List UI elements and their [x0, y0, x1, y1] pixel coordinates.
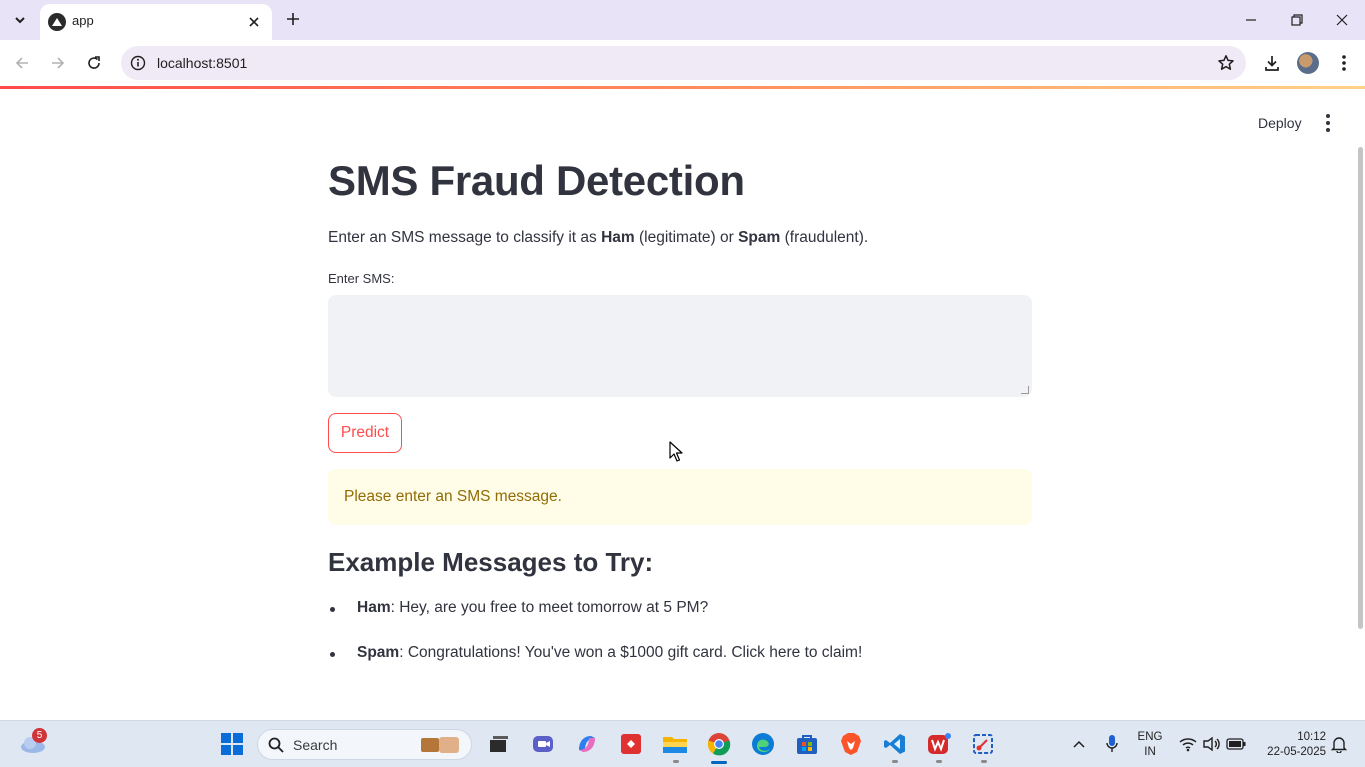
predict-button[interactable]: Predict [328, 413, 402, 453]
vscode-running-indicator [892, 760, 898, 763]
tab-search-chevron-icon[interactable] [6, 6, 34, 34]
tab-title: app [72, 13, 94, 28]
example-text: : Hey, are you free to meet tomorrow at … [390, 599, 709, 616]
chrome-active-indicator [711, 761, 727, 764]
windows-taskbar: 5 Search ENG IN 10:12 22-05-2025 [0, 720, 1365, 767]
app-red-diamond-icon[interactable] [618, 731, 644, 757]
page-scrollbar[interactable] [1358, 147, 1363, 629]
streamlit-favicon-icon [48, 13, 66, 31]
vscode-icon[interactable] [882, 731, 908, 757]
warning-alert: Please enter an SMS message. [328, 469, 1032, 525]
back-arrow-icon[interactable] [8, 49, 36, 77]
wps-running-indicator [936, 760, 942, 763]
teams-chat-icon[interactable] [530, 731, 556, 757]
list-item: Spam: Congratulations! You've won a $100… [328, 644, 1032, 689]
profile-avatar[interactable] [1297, 52, 1319, 74]
edge-icon[interactable] [750, 731, 776, 757]
intro-spam: Spam [738, 229, 781, 246]
example-text: : Congratulations! You've won a $1000 gi… [399, 644, 863, 661]
intro-part-3: (fraudulent). [780, 229, 869, 246]
weather-badge: 5 [32, 728, 47, 743]
example-label: Ham [357, 599, 391, 616]
taskbar-search-box[interactable]: Search [257, 729, 472, 760]
sms-input-textarea[interactable] [328, 295, 1032, 397]
copilot-icon[interactable] [574, 731, 600, 757]
language-line-1: ENG [1137, 731, 1163, 743]
forward-arrow-icon[interactable] [44, 49, 72, 77]
search-icon [268, 737, 284, 753]
intro-part-1: Enter an SMS message to classify it as [328, 229, 602, 246]
reload-icon[interactable] [80, 49, 108, 77]
mouse-cursor-icon [669, 441, 683, 462]
clock[interactable]: 10:12 22-05-2025 [1254, 730, 1326, 760]
sms-input-label: Enter SMS: [328, 271, 395, 286]
main-menu-icon[interactable] [1318, 111, 1338, 135]
brave-browser-icon[interactable] [838, 731, 864, 757]
page-title: SMS Fraud Detection [328, 157, 745, 204]
textarea-resize-handle-icon[interactable] [1021, 386, 1029, 394]
intro-text: Enter an SMS message to classify it as H… [328, 229, 868, 247]
address-bar[interactable]: localhost:8501 [121, 46, 1246, 80]
microsoft-store-icon[interactable] [794, 731, 820, 757]
list-item: Ham: Hey, are you free to meet tomorrow … [328, 599, 1032, 644]
streamlit-app: Deploy SMS Fraud Detection Enter an SMS … [0, 89, 1365, 720]
downloads-icon[interactable] [1258, 49, 1286, 77]
tab-close-icon[interactable] [244, 12, 264, 32]
restore-window-icon[interactable] [1274, 0, 1320, 40]
new-tab-plus-icon[interactable] [280, 6, 306, 32]
show-hidden-icons-chevron-icon[interactable] [1066, 731, 1092, 757]
browser-toolbar: localhost:8501 [0, 40, 1365, 86]
volume-icon[interactable] [1199, 731, 1225, 757]
warning-alert-text: Please enter an SMS message. [344, 488, 562, 505]
wps-office-icon[interactable] [926, 731, 952, 757]
file-explorer-running-indicator [673, 760, 679, 763]
clock-time: 10:12 [1297, 731, 1326, 743]
deploy-button[interactable]: Deploy [1250, 113, 1310, 133]
file-explorer-icon[interactable] [662, 731, 688, 757]
snipping-running-indicator [981, 760, 987, 763]
browser-menu-icon[interactable] [1330, 49, 1358, 77]
search-highlight-image-icon [421, 737, 459, 753]
notifications-bell-icon[interactable] [1326, 731, 1352, 757]
examples-heading: Example Messages to Try: [328, 547, 654, 577]
intro-ham: Ham [601, 229, 635, 246]
bookmark-star-icon[interactable] [1216, 53, 1236, 73]
close-window-icon[interactable] [1319, 0, 1365, 40]
microphone-icon[interactable] [1099, 731, 1125, 757]
language-line-2: IN [1144, 746, 1156, 758]
example-label: Spam [357, 644, 400, 661]
wifi-icon[interactable] [1175, 731, 1201, 757]
minimize-window-icon[interactable] [1228, 0, 1274, 40]
language-indicator[interactable]: ENG IN [1134, 730, 1166, 760]
clock-date: 22-05-2025 [1267, 746, 1326, 758]
windows-start-icon[interactable] [219, 731, 245, 757]
taskbar-search-placeholder: Search [293, 737, 338, 753]
examples-list: Ham: Hey, are you free to meet tomorrow … [328, 599, 1032, 689]
task-view-icon[interactable] [486, 731, 512, 757]
browser-tab[interactable]: app [40, 4, 272, 40]
chrome-icon[interactable] [706, 731, 732, 757]
browser-tab-strip: app [0, 0, 1365, 40]
battery-icon[interactable] [1223, 731, 1249, 757]
intro-part-2: (legitimate) or [634, 229, 739, 246]
address-bar-url: localhost:8501 [157, 55, 248, 71]
site-info-icon[interactable] [129, 54, 147, 72]
snipping-tool-icon[interactable] [970, 731, 996, 757]
